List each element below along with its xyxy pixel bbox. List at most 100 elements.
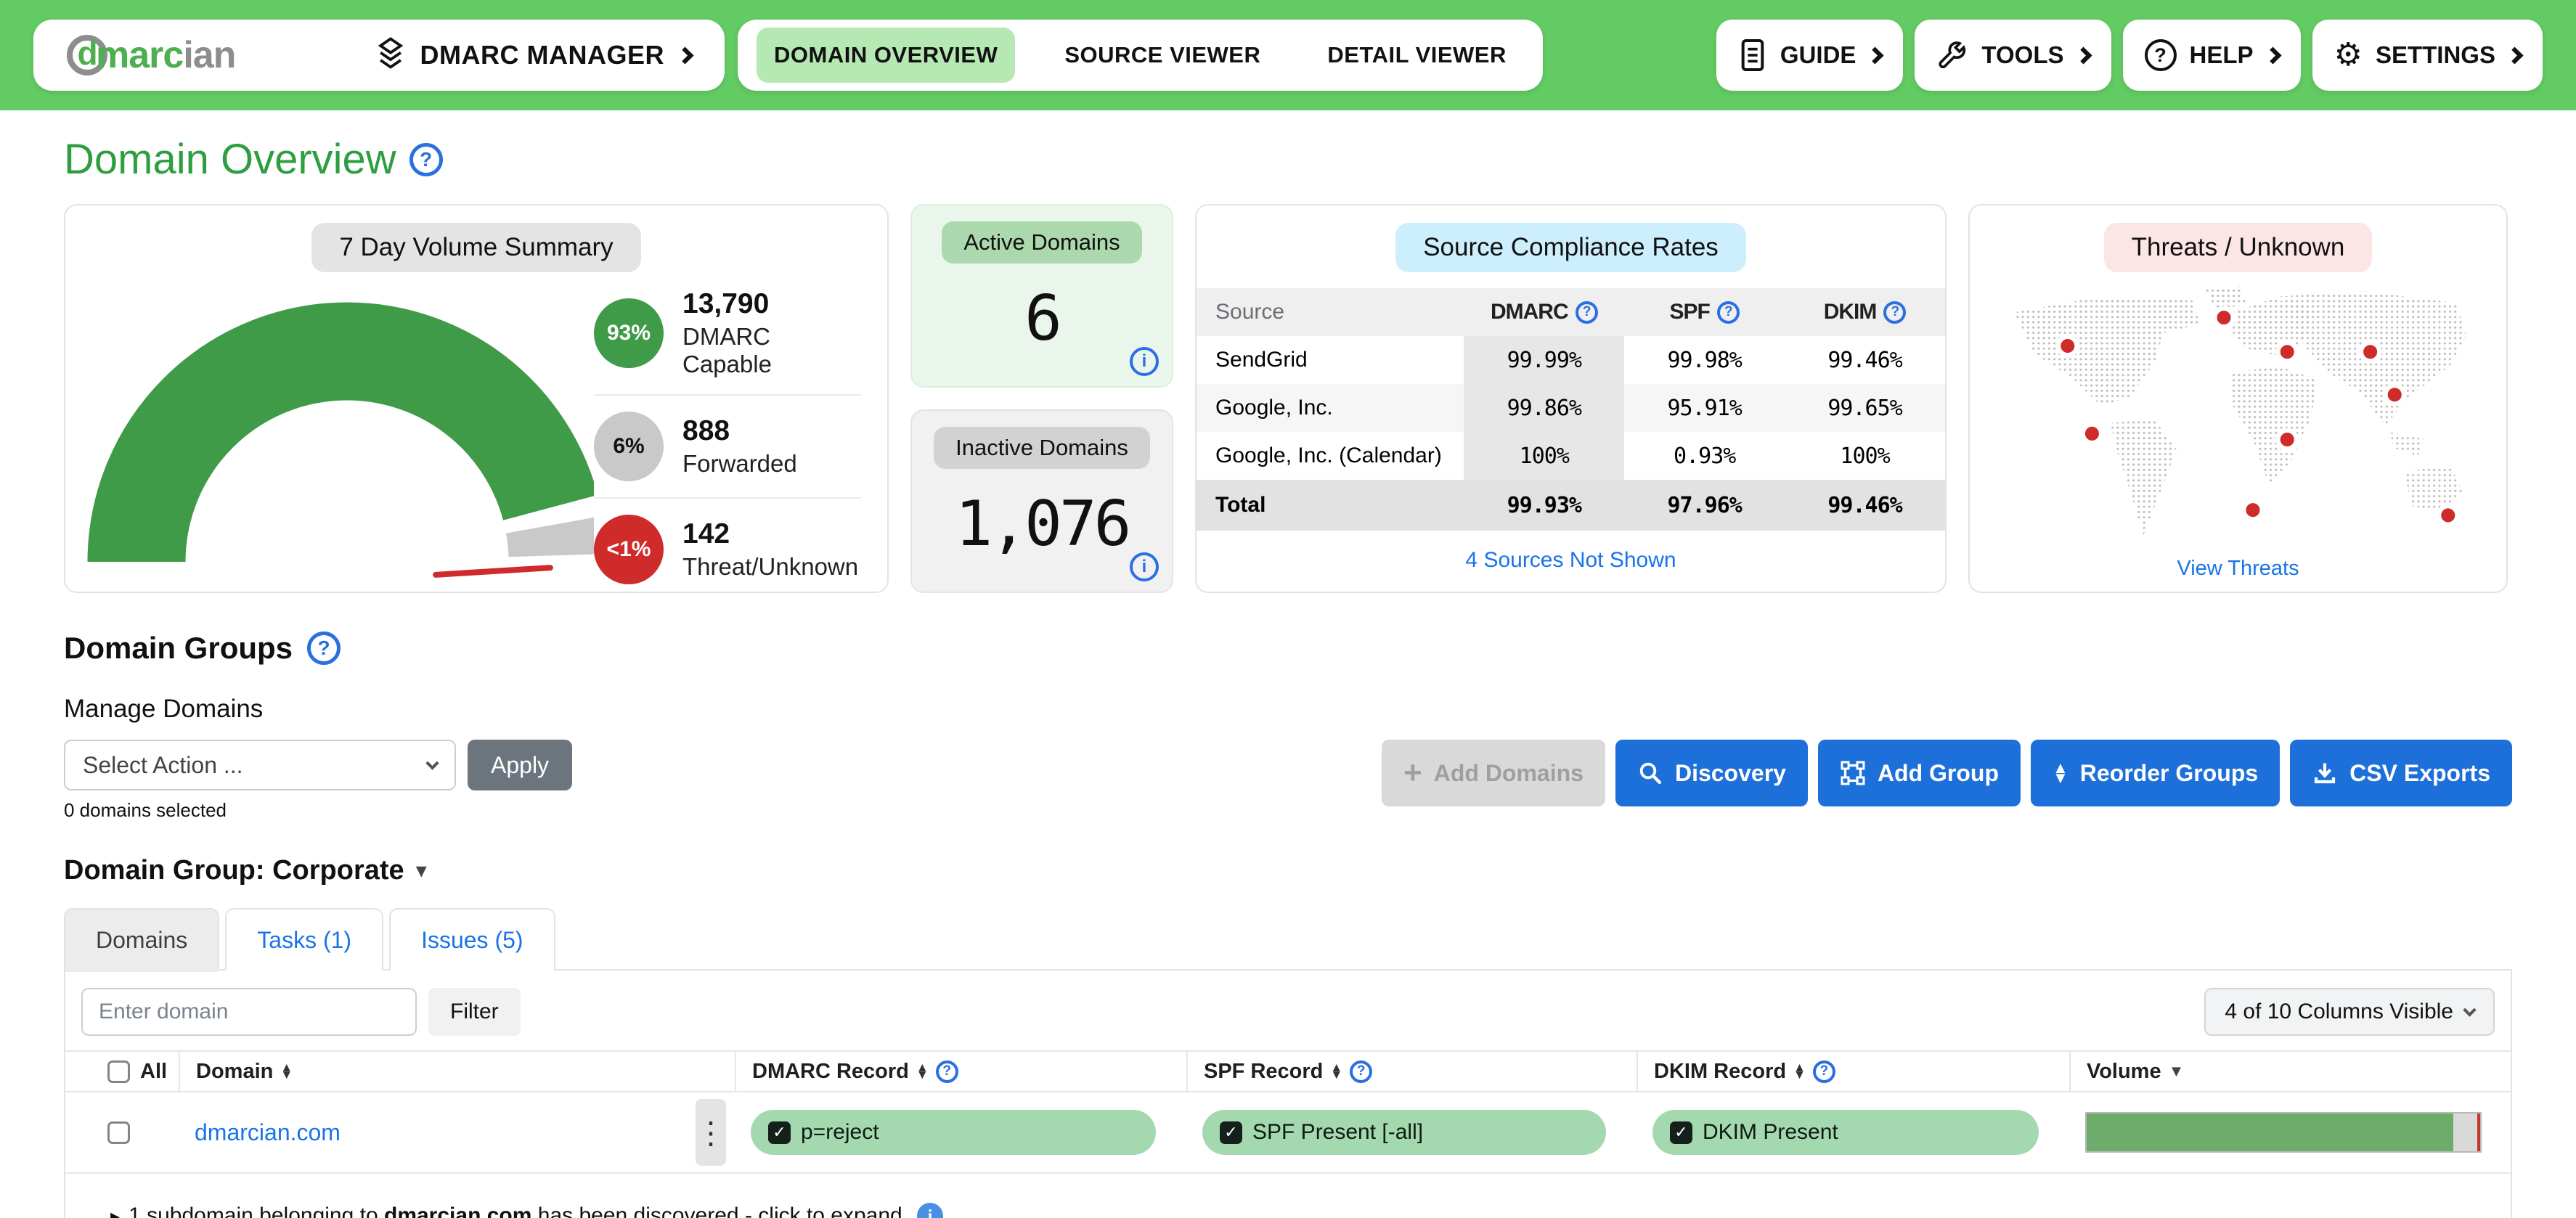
add-domains-button[interactable]: + Add Domains bbox=[1382, 740, 1605, 806]
gear-icon: ⚙ bbox=[2334, 39, 2363, 71]
threat-marker[interactable] bbox=[2058, 337, 2076, 355]
layers-icon bbox=[375, 36, 406, 74]
inactive-domains-title: Inactive Domains bbox=[934, 427, 1150, 469]
table-row: dmarcian.com ⋮ ✓ p=reject ✓ SPF Present … bbox=[65, 1092, 2511, 1174]
add-group-button[interactable]: Add Group bbox=[1818, 740, 2021, 806]
legend-threat-unknown: <1% 142 Threat/Unknown bbox=[594, 497, 861, 600]
dmarc-manager-menu[interactable]: DMARC MANAGER bbox=[375, 36, 691, 74]
group-action-buttons: + Add Domains Discovery bbox=[1382, 740, 2512, 806]
domain-group-selector[interactable]: Domain Group: Corporate ▾ bbox=[64, 855, 2512, 886]
apply-button[interactable]: Apply bbox=[468, 740, 572, 790]
domain-groups-heading: Domain Groups bbox=[64, 631, 293, 666]
dmarcian-logo[interactable]: d marcian bbox=[67, 33, 235, 77]
info-icon[interactable]: i bbox=[917, 1203, 943, 1218]
threat-marker[interactable] bbox=[2278, 430, 2296, 449]
tools-button[interactable]: TOOLS bbox=[1915, 20, 2111, 91]
group-select-icon bbox=[1840, 760, 1866, 786]
gauge-legend: 93% 13,790 DMARC Capable 6% 888 Forwarde… bbox=[594, 272, 861, 600]
guide-button[interactable]: GUIDE bbox=[1716, 20, 1904, 91]
wrench-icon bbox=[1936, 39, 1968, 71]
select-all-checkbox[interactable] bbox=[107, 1060, 130, 1083]
help-icon[interactable]: ? bbox=[1813, 1060, 1835, 1083]
compliance-card: Source Compliance Rates Source DMARC? SP… bbox=[1195, 204, 1947, 593]
tab-tasks[interactable]: Tasks (1) bbox=[225, 908, 383, 970]
chevron-right-icon bbox=[2074, 46, 2092, 64]
compliance-row: SendGrid 99.99% 99.98% 99.46% bbox=[1197, 336, 1945, 384]
help-icon[interactable]: ? bbox=[1576, 301, 1598, 324]
tab-source-viewer[interactable]: SOURCE VIEWER bbox=[1047, 28, 1278, 83]
dmarc-record-badge[interactable]: ✓ p=reject bbox=[751, 1110, 1156, 1155]
volume-column-header[interactable]: Volume ▼ bbox=[2069, 1052, 2511, 1091]
inactive-domains-value: 1,076 bbox=[955, 488, 1129, 560]
domain-groups-help-icon[interactable]: ? bbox=[307, 632, 341, 665]
domains-table: Filter 4 of 10 Columns Visible All Domai… bbox=[64, 969, 2512, 1218]
threat-marker[interactable] bbox=[2385, 385, 2403, 404]
page-help-icon[interactable]: ? bbox=[409, 143, 443, 176]
spf-record-badge[interactable]: ✓ SPF Present [-all] bbox=[1202, 1110, 1606, 1155]
volume-segment-threat bbox=[2477, 1113, 2480, 1151]
chevron-right-icon bbox=[2264, 46, 2281, 64]
brand-product-pill: d marcian DMARC MANAGER bbox=[33, 20, 725, 91]
tab-domains[interactable]: Domains bbox=[64, 908, 219, 970]
legend-circle-gray: 6% bbox=[594, 412, 664, 481]
help-icon[interactable]: ? bbox=[1717, 301, 1740, 324]
volume-summary-title: 7 Day Volume Summary bbox=[311, 223, 640, 272]
tab-domain-overview[interactable]: DOMAIN OVERVIEW bbox=[757, 28, 1015, 83]
threat-marker[interactable] bbox=[2243, 501, 2262, 519]
row-menu-button[interactable]: ⋮ bbox=[696, 1099, 726, 1166]
domain-column-header[interactable]: Domain ▲▼ bbox=[179, 1052, 735, 1091]
sort-desc-icon: ▼ bbox=[2169, 1062, 2185, 1081]
check-icon: ✓ bbox=[1220, 1121, 1242, 1144]
settings-button[interactable]: ⚙ SETTINGS bbox=[2312, 20, 2543, 91]
info-icon[interactable]: i bbox=[1130, 552, 1159, 581]
product-label: DMARC MANAGER bbox=[420, 40, 664, 70]
help-icon[interactable]: ? bbox=[1350, 1060, 1372, 1083]
discovery-button[interactable]: Discovery bbox=[1615, 740, 1808, 806]
csv-exports-button[interactable]: CSV Exports bbox=[2290, 740, 2512, 806]
filter-button[interactable]: Filter bbox=[428, 988, 521, 1036]
table-header-row: All Domain ▲▼ DMARC Record ▲▼ ? SPF Reco… bbox=[65, 1050, 2511, 1092]
compliance-table: Source DMARC? SPF? DKIM? SendGrid 99.99%… bbox=[1197, 288, 1945, 531]
threat-marker[interactable] bbox=[2278, 343, 2296, 361]
volume-summary-card: 7 Day Volume Summary 93% 13,790 DM bbox=[64, 204, 889, 593]
volume-gauge bbox=[86, 275, 594, 598]
info-icon[interactable]: i bbox=[1130, 347, 1159, 376]
chevron-right-icon bbox=[676, 46, 693, 64]
tab-detail-viewer[interactable]: DETAIL VIEWER bbox=[1310, 28, 1523, 83]
threat-marker[interactable] bbox=[2082, 425, 2100, 443]
threat-marker[interactable] bbox=[2214, 308, 2233, 327]
tab-issues[interactable]: Issues (5) bbox=[389, 908, 555, 970]
domain-overview-page: d marcian DMARC MANAGER DOMAIN OVERVIEW … bbox=[0, 0, 2576, 1218]
subdomain-expander[interactable]: ▸ 1 subdomain belonging to dmarcian.com … bbox=[65, 1174, 2511, 1218]
threat-marker[interactable] bbox=[2360, 343, 2379, 361]
help-icon[interactable]: ? bbox=[936, 1060, 958, 1083]
view-switcher: DOMAIN OVERVIEW SOURCE VIEWER DETAIL VIE… bbox=[738, 20, 1543, 91]
check-icon: ✓ bbox=[768, 1121, 791, 1144]
legend-forwarded: 6% 888 Forwarded bbox=[594, 394, 861, 497]
domains-selected-note: 0 domains selected bbox=[64, 799, 572, 822]
threat-map bbox=[1970, 272, 2506, 557]
row-checkbox[interactable] bbox=[107, 1121, 130, 1144]
threats-card: Threats / Unknown bbox=[1968, 204, 2508, 593]
dmarc-column-header[interactable]: DMARC Record ▲▼ ? bbox=[735, 1052, 1186, 1091]
download-icon bbox=[2312, 760, 2338, 786]
dkim-column-header[interactable]: DKIM Record ▲▼ ? bbox=[1637, 1052, 2069, 1091]
compliance-row: Google, Inc. (Calendar) 100% 0.93% 100% bbox=[1197, 432, 1945, 480]
domain-link[interactable]: dmarcian.com bbox=[195, 1119, 341, 1146]
threat-marker[interactable] bbox=[2439, 506, 2457, 524]
subdomain-parent-domain: dmarcian.com bbox=[384, 1203, 531, 1218]
help-button[interactable]: ? HELP bbox=[2123, 20, 2301, 91]
spf-column-header[interactable]: SPF Record ▲▼ ? bbox=[1186, 1052, 1637, 1091]
action-select[interactable]: Select Action ... bbox=[64, 740, 456, 790]
view-threats-link[interactable]: View Threats bbox=[2177, 557, 2299, 581]
compliance-row: Google, Inc. 99.86% 95.91% 99.65% bbox=[1197, 384, 1945, 432]
world-map bbox=[1994, 272, 2482, 557]
reorder-groups-button[interactable]: ▲▼ Reorder Groups bbox=[2031, 740, 2280, 806]
columns-visible-button[interactable]: 4 of 10 Columns Visible bbox=[2204, 988, 2495, 1036]
dkim-record-badge[interactable]: ✓ DKIM Present bbox=[1652, 1110, 2039, 1155]
domain-filter-input[interactable] bbox=[81, 988, 417, 1036]
volume-segment-forwarded bbox=[2453, 1113, 2477, 1151]
help-icon[interactable]: ? bbox=[1883, 301, 1906, 324]
sort-icon: ▲▼ bbox=[1330, 1064, 1342, 1079]
sources-not-shown-link[interactable]: 4 Sources Not Shown bbox=[1465, 548, 1676, 573]
